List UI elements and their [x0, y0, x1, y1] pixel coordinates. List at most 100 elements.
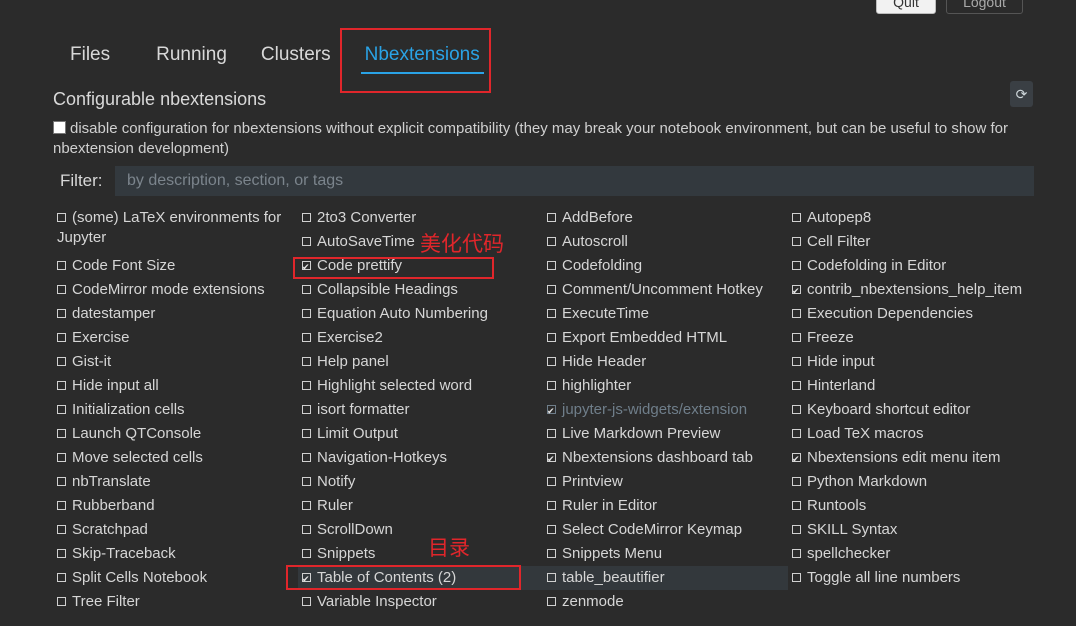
unchecked-checkbox-icon[interactable]	[57, 357, 66, 366]
unchecked-checkbox-icon[interactable]	[547, 525, 556, 534]
nbextension-item[interactable]: ExecuteTime	[543, 302, 788, 326]
unchecked-checkbox-icon[interactable]	[57, 477, 66, 486]
unchecked-checkbox-icon[interactable]	[57, 333, 66, 342]
unchecked-checkbox-icon[interactable]	[792, 477, 801, 486]
unchecked-checkbox-icon[interactable]	[57, 381, 66, 390]
checked-checkbox-icon[interactable]	[792, 449, 801, 469]
filter-input[interactable]	[115, 166, 1034, 196]
nbextension-item[interactable]: Export Embedded HTML	[543, 326, 788, 350]
unchecked-checkbox-icon[interactable]	[792, 213, 801, 222]
unchecked-checkbox-icon[interactable]	[792, 309, 801, 318]
nbextension-item[interactable]: Initialization cells	[53, 398, 298, 422]
unchecked-checkbox-icon[interactable]	[57, 573, 66, 582]
nbextension-item[interactable]: Equation Auto Numbering	[298, 302, 543, 326]
tab-nbextensions[interactable]: Nbextensions	[360, 44, 484, 74]
nbextension-item[interactable]: Freeze	[788, 326, 1033, 350]
unchecked-checkbox-icon[interactable]	[57, 501, 66, 510]
unchecked-checkbox-icon[interactable]	[302, 357, 311, 366]
unchecked-checkbox-icon[interactable]	[302, 213, 311, 222]
unchecked-checkbox-icon[interactable]	[302, 237, 311, 246]
unchecked-checkbox-icon[interactable]	[302, 453, 311, 462]
nbextension-item[interactable]: contrib_nbextensions_help_item	[788, 278, 1033, 302]
unchecked-checkbox-icon[interactable]	[792, 549, 801, 558]
nbextension-item[interactable]: Hide Header	[543, 350, 788, 374]
nbextension-item[interactable]: Select CodeMirror Keymap	[543, 518, 788, 542]
unchecked-checkbox-icon[interactable]	[547, 597, 556, 606]
nbextension-item[interactable]: Variable Inspector	[298, 590, 543, 614]
unchecked-checkbox-icon[interactable]	[547, 237, 556, 246]
nbextension-item[interactable]: Highlight selected word	[298, 374, 543, 398]
nbextension-item[interactable]: Autoscroll	[543, 230, 788, 254]
unchecked-checkbox-icon[interactable]	[302, 525, 311, 534]
nbextension-item[interactable]: highlighter	[543, 374, 788, 398]
unchecked-checkbox-icon[interactable]	[792, 357, 801, 366]
nbextension-item[interactable]: zenmode	[543, 590, 788, 614]
unchecked-checkbox-icon[interactable]	[547, 213, 556, 222]
nbextension-item[interactable]: Rubberband	[53, 494, 298, 518]
nbextension-item[interactable]: Nbextensions dashboard tab	[543, 446, 788, 470]
nbextension-item[interactable]: Ruler	[298, 494, 543, 518]
nbextension-item[interactable]: jupyter-js-widgets/extension	[543, 398, 788, 422]
nbextension-item[interactable]: Ruler in Editor	[543, 494, 788, 518]
unchecked-checkbox-icon[interactable]	[792, 261, 801, 270]
nbextension-item[interactable]: Snippets Menu	[543, 542, 788, 566]
unchecked-checkbox-icon[interactable]	[792, 573, 801, 582]
nbextension-item[interactable]: Exercise	[53, 326, 298, 350]
unchecked-checkbox-icon[interactable]	[57, 549, 66, 558]
unchecked-checkbox-icon[interactable]	[547, 573, 556, 582]
nbextension-item[interactable]: Help panel	[298, 350, 543, 374]
unchecked-checkbox-icon[interactable]	[547, 549, 556, 558]
unchecked-checkbox-icon[interactable]	[792, 429, 801, 438]
unchecked-checkbox-icon[interactable]	[302, 333, 311, 342]
nbextension-item[interactable]: (some) LaTeX environments for Jupyter	[53, 206, 298, 254]
unchecked-checkbox-icon[interactable]	[302, 477, 311, 486]
nbextension-item[interactable]: spellchecker	[788, 542, 1033, 566]
unchecked-checkbox-icon[interactable]	[792, 333, 801, 342]
unchecked-checkbox-icon[interactable]	[57, 453, 66, 462]
tab-clusters[interactable]: Clusters	[261, 44, 331, 74]
nbextension-item[interactable]: Tree Filter	[53, 590, 298, 614]
nbextension-item[interactable]: Load TeX macros	[788, 422, 1033, 446]
nbextension-item[interactable]: Hide input all	[53, 374, 298, 398]
compat-checkbox[interactable]	[53, 121, 66, 134]
nbextension-item[interactable]: Python Markdown	[788, 470, 1033, 494]
unchecked-checkbox-icon[interactable]	[792, 501, 801, 510]
tab-files[interactable]: Files	[52, 44, 128, 74]
nbextension-item[interactable]: Codefolding	[543, 254, 788, 278]
nbextension-item[interactable]: 2to3 Converter	[298, 206, 543, 230]
unchecked-checkbox-icon[interactable]	[792, 381, 801, 390]
nbextension-item[interactable]: Execution Dependencies	[788, 302, 1033, 326]
nbextension-item[interactable]: Move selected cells	[53, 446, 298, 470]
logout-button[interactable]: Logout	[946, 0, 1023, 14]
nbextension-item[interactable]: Codefolding in Editor	[788, 254, 1033, 278]
unchecked-checkbox-icon[interactable]	[302, 501, 311, 510]
unchecked-checkbox-icon[interactable]	[57, 261, 66, 270]
unchecked-checkbox-icon[interactable]	[792, 525, 801, 534]
nbextension-item[interactable]: Scratchpad	[53, 518, 298, 542]
unchecked-checkbox-icon[interactable]	[547, 333, 556, 342]
unchecked-checkbox-icon[interactable]	[57, 309, 66, 318]
nbextension-item[interactable]: Autopep8	[788, 206, 1033, 230]
nbextension-item[interactable]: Cell Filter	[788, 230, 1033, 254]
unchecked-checkbox-icon[interactable]	[302, 429, 311, 438]
unchecked-checkbox-icon[interactable]	[792, 237, 801, 246]
unchecked-checkbox-icon[interactable]	[302, 309, 311, 318]
nbextension-item[interactable]: Gist-it	[53, 350, 298, 374]
nbextension-item[interactable]: Comment/Uncomment Hotkey	[543, 278, 788, 302]
quit-button[interactable]: Quit	[876, 0, 936, 14]
unchecked-checkbox-icon[interactable]	[57, 213, 66, 222]
unchecked-checkbox-icon[interactable]	[57, 525, 66, 534]
unchecked-checkbox-icon[interactable]	[57, 429, 66, 438]
unchecked-checkbox-icon[interactable]	[547, 381, 556, 390]
unchecked-checkbox-icon[interactable]	[547, 429, 556, 438]
checked-checkbox-icon[interactable]	[302, 257, 311, 277]
nbextension-item[interactable]: nbTranslate	[53, 470, 298, 494]
nbextension-item[interactable]: Hide input	[788, 350, 1033, 374]
nbextension-item[interactable]: Launch QTConsole	[53, 422, 298, 446]
unchecked-checkbox-icon[interactable]	[302, 285, 311, 294]
nbextension-item[interactable]: AddBefore	[543, 206, 788, 230]
nbextension-item[interactable]: Printview	[543, 470, 788, 494]
unchecked-checkbox-icon[interactable]	[302, 549, 311, 558]
unchecked-checkbox-icon[interactable]	[302, 381, 311, 390]
nbextension-item[interactable]: CodeMirror mode extensions	[53, 278, 298, 302]
